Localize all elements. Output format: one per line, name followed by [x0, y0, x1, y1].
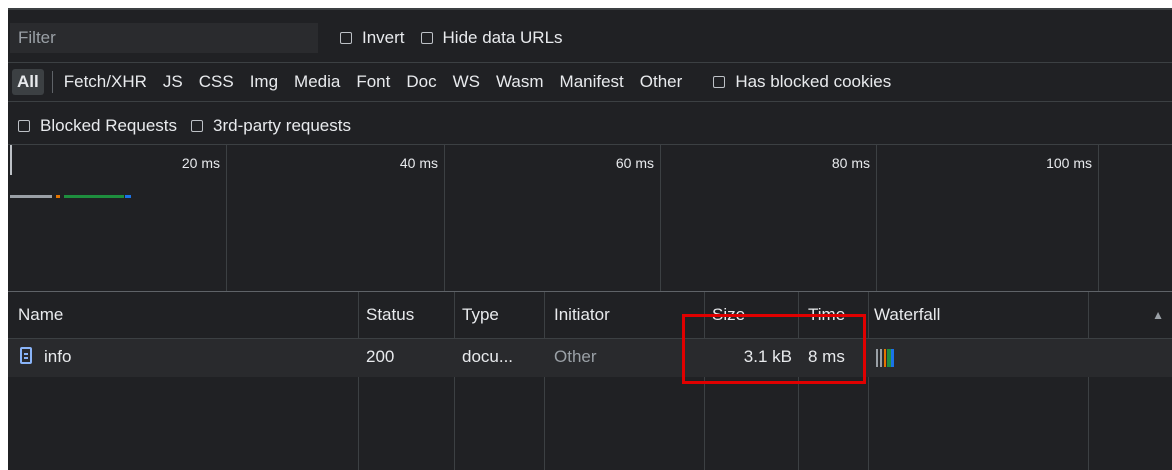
request-size: 3.1 kB: [743, 347, 792, 366]
request-filter-bar: Blocked Requests 3rd-party requests: [8, 110, 1172, 142]
network-panel: Invert Hide data URLs All Fetch/XHR JS C…: [8, 8, 1172, 470]
overview-gridline: [660, 145, 661, 291]
invert-checkbox[interactable]: Invert: [340, 28, 405, 48]
column-header-waterfall[interactable]: Waterfall: [874, 305, 940, 325]
checkbox-box[interactable]: [191, 120, 204, 132]
waterfall-bar-stall: [880, 349, 882, 367]
type-filter-fetch-xhr[interactable]: Fetch/XHR: [59, 69, 152, 95]
request-name[interactable]: info: [44, 347, 71, 367]
hide-data-urls-checkbox[interactable]: Hide data URLs: [420, 28, 563, 48]
checkbox-box[interactable]: [18, 120, 30, 132]
request-time: 8 ms: [808, 347, 845, 366]
request-status: 200: [366, 347, 395, 366]
column-header-type[interactable]: Type: [462, 305, 499, 325]
filter-input[interactable]: [10, 23, 318, 53]
blocked-requests-label: Blocked Requests: [40, 116, 178, 135]
overview-timeline[interactable]: 20 ms 40 ms 60 ms 80 ms 100 ms: [8, 144, 1172, 292]
type-filter-all[interactable]: All: [12, 69, 44, 95]
column-header-name[interactable]: Name: [18, 305, 63, 325]
column-header-size[interactable]: Size: [712, 305, 745, 325]
type-filter-css[interactable]: CSS: [194, 69, 239, 95]
third-party-requests-checkbox[interactable]: 3rd-party requests: [191, 116, 351, 136]
request-initiator: Other: [554, 347, 597, 366]
checkbox-box[interactable]: [420, 32, 433, 44]
overview-gridline: [444, 145, 445, 291]
divider: [51, 71, 53, 93]
overview-tick-40: 40 ms: [399, 155, 438, 171]
table-header: Name Status Type Initiator Size Time Wat…: [8, 292, 1172, 339]
checkbox-box[interactable]: [340, 32, 352, 44]
overview-bar-waiting: [10, 195, 52, 198]
waterfall-bar-dns: [884, 349, 886, 367]
invert-label: Invert: [362, 28, 405, 47]
waterfall-bar-queue: [876, 349, 878, 367]
type-filter-img[interactable]: Img: [245, 69, 283, 95]
hide-data-urls-label: Hide data URLs: [442, 28, 563, 47]
type-filter-font[interactable]: Font: [351, 69, 395, 95]
type-filter-js[interactable]: JS: [158, 69, 188, 95]
type-filter-ws[interactable]: WS: [448, 69, 485, 95]
overview-gridline: [226, 145, 227, 291]
request-table: Name Status Type Initiator Size Time Wat…: [8, 292, 1172, 470]
column-header-time[interactable]: Time: [808, 305, 845, 325]
overview-gridline: [876, 145, 877, 291]
overview-bar-dns: [56, 195, 60, 198]
overview-tick-100: 100 ms: [1046, 155, 1092, 171]
overview-tick-80: 80 ms: [831, 155, 870, 171]
resource-type-bar: All Fetch/XHR JS CSS Img Media Font Doc …: [8, 62, 1172, 102]
type-filter-manifest[interactable]: Manifest: [555, 69, 629, 95]
type-filter-other[interactable]: Other: [635, 69, 688, 95]
waterfall-bar-download: [891, 349, 894, 367]
overview-bar-load: [125, 195, 131, 198]
filter-bar: Invert Hide data URLs: [8, 22, 1172, 54]
type-filter-wasm[interactable]: Wasm: [491, 69, 549, 95]
table-row[interactable]: info 200 docu... Other 3.1 kB 8 ms: [8, 339, 1172, 377]
column-header-initiator[interactable]: Initiator: [554, 305, 610, 325]
column-header-status[interactable]: Status: [366, 305, 414, 325]
request-type: docu...: [462, 347, 514, 366]
type-filter-media[interactable]: Media: [289, 69, 345, 95]
document-icon: [20, 347, 32, 364]
overview-bar-download: [64, 195, 124, 198]
overview-tick-20: 20 ms: [181, 155, 220, 171]
has-blocked-cookies-checkbox[interactable]: Has blocked cookies: [713, 72, 891, 92]
overview-tick-60: 60 ms: [615, 155, 654, 171]
blocked-requests-checkbox[interactable]: Blocked Requests: [18, 116, 177, 136]
overview-gridline: [1098, 145, 1099, 291]
timeline-selection-handle[interactable]: [10, 145, 12, 175]
sort-triangle-icon[interactable]: ▲: [1152, 308, 1164, 322]
has-blocked-cookies-label: Has blocked cookies: [735, 72, 892, 91]
checkbox-box[interactable]: [713, 76, 726, 88]
third-party-requests-label: 3rd-party requests: [213, 116, 351, 135]
type-filter-doc[interactable]: Doc: [401, 69, 441, 95]
